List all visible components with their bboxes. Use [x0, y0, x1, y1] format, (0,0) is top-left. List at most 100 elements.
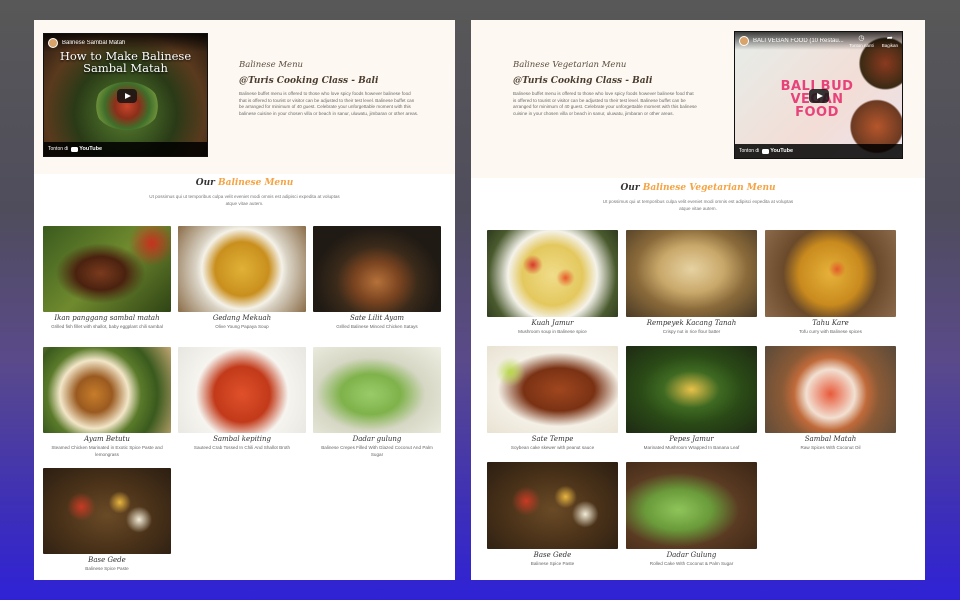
grilled-fish-image[interactable]	[43, 226, 171, 312]
menu-item-description: Balinese Crepes Filled With Glazed Cocon…	[321, 445, 433, 457]
menu-item-description: Olive Young Papaya Soup	[215, 324, 269, 329]
video-title[interactable]: Balinese Sambal Matah	[62, 40, 125, 46]
youtube-label: YouTube	[79, 146, 103, 152]
menu-card[interactable]: Base Gede Balinese Spice Paste	[43, 468, 171, 580]
menu-card[interactable]: Base Gede Balinese Spice Paste	[487, 462, 618, 578]
youtube-label: YouTube	[770, 148, 794, 154]
video-footer[interactable]: Tonton di YouTube	[735, 144, 902, 158]
video-actions: ◷ Tonton nanti ➦ Bagikan	[849, 35, 898, 48]
menu-card[interactable]: Dadar Gulung Rolled Cake With Coconut & …	[626, 462, 757, 578]
tempe-satay-image[interactable]	[487, 346, 618, 433]
menu-heading-prefix: Our	[620, 183, 640, 193]
sambal-matah-image[interactable]	[765, 346, 896, 433]
video-footer[interactable]: Tonton di YouTube	[44, 142, 207, 156]
play-button[interactable]	[117, 89, 137, 103]
menu-item-name: Ikan panggang sambal matah	[54, 314, 160, 322]
video-header: BALI VEGAN FOOD (10 Restau... ◷ Tonton na…	[735, 32, 902, 50]
menu-item-name: Sate Tempe	[531, 435, 574, 443]
menu-heading: Our Balinese Menu	[34, 178, 455, 188]
menu-item-name: Gedang Mekuah	[212, 314, 272, 322]
hero-description: Balinese buffet menu is offered to those…	[513, 91, 697, 116]
menu-item-description: Soybean cake skewer with peanut sauce	[510, 445, 595, 450]
menu-card[interactable]: Sambal kepiting Sauteed Crab Tossed In C…	[178, 347, 306, 468]
hero-section: Balinese Vegetarian Menu @Turis Cooking …	[471, 20, 925, 178]
menu-card[interactable]: Kuah Jamur Mushroom soup in Balinese spi…	[487, 230, 618, 346]
menu-card[interactable]: Sambal Matah Raw Spices With Coconut Oil	[765, 346, 896, 462]
youtube-video-embed[interactable]: BALI VEGAN FOOD (10 Restau... ◷ Tonton na…	[734, 31, 903, 159]
menu-item-description: Sauteed Crab Tossed In Chili And Shallot…	[193, 445, 291, 450]
menu-item-description: Mushroom soup in Balinese spice	[518, 329, 587, 334]
hero-text: Balinese Vegetarian Menu @Turis Cooking …	[513, 60, 698, 117]
menu-item-name: Base Gede	[88, 556, 126, 564]
menu-item-name: Base Gede	[533, 551, 572, 559]
play-button[interactable]	[809, 89, 829, 103]
menu-item-name: Dadar Gulung	[666, 551, 717, 559]
watch-on-label: Tonton di	[48, 146, 69, 152]
menu-item-description: Rolled Cake With Coconut & Palm Sugar	[649, 561, 734, 566]
share-label: Bagikan	[881, 43, 898, 48]
menu-intro: Ut possimus qui ut temporibus culpa veli…	[149, 194, 340, 206]
peanut-crackers-image[interactable]	[626, 230, 757, 317]
menu-item-name: Sambal Matah	[804, 435, 857, 443]
menu-item-description: Steamed Chicken Marinated in Exotic Spic…	[51, 445, 163, 457]
menu-card[interactable]: Tahu Kare Tofu curry with Balinese spice…	[765, 230, 896, 346]
hero-description: Balinese buffet menu is offered to those…	[239, 91, 419, 116]
video-title[interactable]: BALI VEGAN FOOD (10 Restau...	[753, 38, 844, 44]
menu-card[interactable]: Pepes Jamur Marinated Mushroom Wrapped I…	[626, 346, 757, 462]
green-crepes-image[interactable]	[626, 462, 757, 549]
tofu-curry-image[interactable]	[765, 230, 896, 317]
watch-later-button[interactable]: ◷ Tonton nanti	[849, 35, 874, 48]
menu-item-name: Rempeyek Kacang Tanah	[646, 319, 737, 327]
menu-item-description: Balinese Spice Paste	[530, 561, 575, 566]
menu-intro: Ut possimus qui ut temporibus culpa veli…	[602, 199, 794, 211]
menu-item-description: Grilled Balinese Minced Chicken Satays	[336, 324, 418, 329]
menu-card[interactable]: Ayam Betutu Steamed Chicken Marinated in…	[43, 347, 171, 468]
clock-icon: ◷	[858, 35, 865, 42]
menu-item-description: Raw Spices With Coconut Oil	[800, 445, 861, 450]
pepes-image[interactable]	[626, 346, 757, 433]
youtube-video-embed[interactable]: Balinese Sambal Matah How to Make Baline…	[43, 33, 208, 157]
menu-heading: Our Balinese Vegetarian Menu	[471, 183, 925, 193]
satay-lilit-image[interactable]	[313, 226, 441, 312]
menu-heading-accent: Balinese Menu	[218, 178, 294, 188]
hero-title: @Turis Cooking Class - Bali	[239, 76, 379, 86]
watch-later-label: Tonton nanti	[849, 43, 874, 48]
menu-item-name: Sambal kepiting	[213, 435, 271, 443]
spice-tray-image[interactable]	[43, 468, 171, 554]
menu-card[interactable]: Dadar gulung Balinese Crepes Filled With…	[313, 347, 441, 468]
menu-card[interactable]: Rempeyek Kacang Tanah Crispy nut in rice…	[626, 230, 757, 346]
menu-item-name: Tahu Kare	[812, 319, 849, 327]
menu-card[interactable]: Ikan panggang sambal matah Grilled fish …	[43, 226, 171, 347]
mushroom-soup-image[interactable]	[487, 230, 618, 317]
youtube-logo-icon[interactable]: YouTube	[71, 146, 102, 152]
menu-item-name: Dadar gulung	[352, 435, 402, 443]
menu-card[interactable]: Sate Lilit Ayam Grilled Balinese Minced …	[313, 226, 441, 347]
green-crepes-image[interactable]	[313, 347, 441, 433]
menu-item-description: Crispy nut in rice flour batter	[662, 329, 721, 334]
ayam-betutu-image[interactable]	[43, 347, 171, 433]
hero-subtitle: Balinese Vegetarian Menu	[513, 60, 627, 70]
papaya-soup-image[interactable]	[178, 226, 306, 312]
spice-tray-image[interactable]	[487, 462, 618, 549]
watch-on-label: Tonton di	[739, 148, 760, 154]
hero-title: @Turis Cooking Class - Bali	[513, 76, 653, 86]
menu-card[interactable]: Gedang Mekuah Olive Young Papaya Soup	[178, 226, 306, 347]
menu-item-name: Kuah Jamur	[531, 319, 574, 327]
hero-subtitle: Balinese Menu	[239, 60, 304, 70]
chili-crab-image[interactable]	[178, 347, 306, 433]
menu-item-description: Balinese Spice Paste	[85, 566, 129, 571]
hero-text: Balinese Menu @Turis Cooking Class - Bal…	[239, 60, 419, 117]
hero-section: Balinese Sambal Matah How to Make Baline…	[34, 20, 455, 174]
menu-heading-accent: Balinese Vegetarian Menu	[642, 183, 776, 193]
balinese-vegetarian-menu-page: Balinese Vegetarian Menu @Turis Cooking …	[471, 20, 925, 580]
share-icon: ➦	[886, 35, 893, 42]
channel-avatar[interactable]	[739, 36, 749, 46]
youtube-logo-icon[interactable]: YouTube	[762, 148, 793, 154]
menu-grid: Kuah Jamur Mushroom soup in Balinese spi…	[487, 230, 896, 578]
menu-card[interactable]: Sate Tempe Soybean cake skewer with pean…	[487, 346, 618, 462]
channel-avatar[interactable]	[48, 38, 58, 48]
balinese-menu-page: Balinese Sambal Matah How to Make Baline…	[34, 20, 455, 580]
menu-item-name: Ayam Betutu	[84, 435, 130, 443]
share-button[interactable]: ➦ Bagikan	[882, 35, 898, 48]
menu-grid: Ikan panggang sambal matah Grilled fish …	[43, 226, 441, 580]
